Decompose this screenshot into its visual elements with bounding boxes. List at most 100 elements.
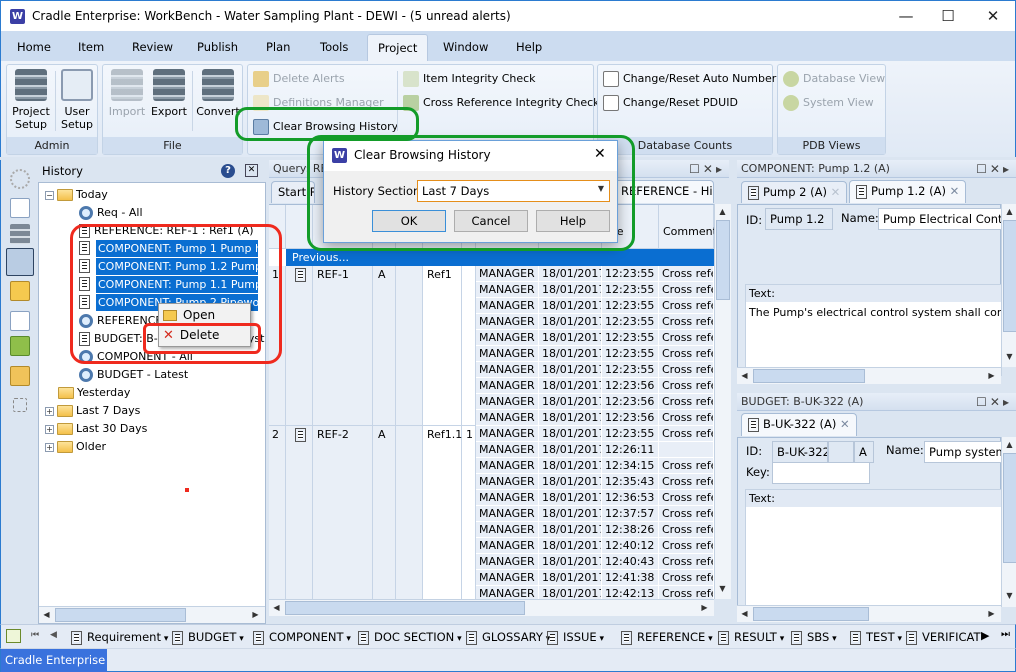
grid-cell[interactable] (286, 426, 313, 599)
dropdown-arrow-icon[interactable]: ▾ (597, 634, 605, 644)
panel-controls[interactable]: ☐✕▸ (689, 160, 725, 178)
dropdown-arrow-icon[interactable]: ▾ (705, 634, 713, 644)
item-type-result[interactable]: RESULT ▾ (718, 629, 784, 645)
next-icon[interactable]: ▶ (981, 629, 989, 642)
list-view-icon[interactable] (10, 198, 30, 218)
tab-home[interactable]: Home (17, 40, 51, 54)
panel-controls[interactable]: ☐✕▸ (976, 160, 1012, 178)
expand-icon[interactable]: + (45, 424, 54, 434)
history-calendar-icon[interactable] (6, 248, 34, 276)
first-icon[interactable]: ⏮ (31, 630, 39, 640)
item-type-requirement[interactable]: Requirement ▾ (71, 629, 168, 645)
tab-pump-2[interactable]: Pump 2 (A) ✕ (741, 181, 848, 203)
tree-node-older[interactable]: + Older (45, 438, 106, 455)
last-icon[interactable]: ⏭ (1001, 629, 1010, 640)
grid-cell[interactable] (373, 266, 396, 426)
scroll-left-icon[interactable]: ◀ (737, 609, 752, 618)
delete-alerts-button[interactable]: Delete Alerts (253, 69, 345, 89)
grid-horizontal-scrollbar[interactable]: ◀ ▶ (269, 599, 714, 616)
close-tab-icon[interactable]: ✕ (831, 185, 841, 199)
tab-tools[interactable]: Tools (320, 40, 348, 54)
scroll-thumb[interactable] (753, 369, 865, 383)
scroll-right-icon[interactable]: ▶ (248, 610, 263, 619)
scroll-down-icon[interactable]: ▼ (1002, 591, 1016, 600)
tree-node-last-30-days[interactable]: + Last 30 Days (45, 420, 147, 437)
grid-cell[interactable] (269, 426, 286, 599)
tab-project[interactable]: Project (367, 34, 429, 62)
scroll-thumb[interactable] (753, 607, 869, 621)
change-reset-auto-number-button[interactable]: Change/Reset Auto Number (603, 69, 776, 89)
scroll-thumb[interactable] (716, 220, 730, 300)
import-button[interactable]: Import (107, 69, 147, 118)
grid-cell[interactable] (462, 266, 476, 426)
close-icon[interactable]: ✕ (245, 164, 258, 177)
grid-cell[interactable] (462, 426, 476, 599)
close-button[interactable]: ✕ (978, 5, 1008, 27)
version-field[interactable]: A (854, 441, 874, 463)
id-field[interactable]: Pump 1.2 (765, 208, 833, 230)
project-setup-button[interactable]: Project Setup (10, 69, 52, 131)
tab-publish[interactable]: Publish (197, 40, 238, 54)
tab-window[interactable]: Window (443, 40, 488, 54)
item-integrity-check-button[interactable]: Item Integrity Check (403, 69, 536, 89)
gantt-icon[interactable] (10, 311, 30, 331)
tab-item[interactable]: Item (78, 40, 104, 54)
grid-cell[interactable] (313, 266, 373, 426)
item-type-issue[interactable]: ISSUE ▾ (547, 629, 604, 645)
tab-pump-1-2[interactable]: Pump 1.2 (A) ✕ (849, 180, 967, 203)
scroll-down-icon[interactable]: ▼ (1002, 352, 1016, 361)
help-icon[interactable]: ? (221, 164, 235, 178)
scroll-up-icon[interactable]: ▲ (1002, 207, 1016, 216)
scroll-left-icon[interactable]: ◀ (39, 610, 54, 619)
tab-plan[interactable]: Plan (266, 40, 290, 54)
export-button[interactable]: Export (149, 69, 189, 118)
dropdown-arrow-icon[interactable]: ▾ (895, 634, 902, 644)
close-tab-icon[interactable]: ✕ (950, 184, 960, 198)
dropdown-arrow-icon[interactable]: ▾ (236, 634, 244, 644)
column-header[interactable]: Comment (659, 205, 714, 249)
dropdown-arrow-icon[interactable]: ▾ (829, 634, 837, 644)
expand-icon[interactable]: + (45, 442, 54, 452)
system-view-button[interactable]: System View (783, 93, 874, 113)
scroll-down-icon[interactable]: ▼ (715, 584, 730, 593)
grid-cell[interactable] (286, 266, 313, 426)
scroll-thumb[interactable] (285, 601, 525, 615)
convert-button[interactable]: Convert (196, 69, 240, 118)
item-type-doc-section[interactable]: DOC SECTION ▾ (358, 629, 462, 645)
name-field[interactable]: Pump Electrical Contro (878, 208, 1002, 230)
scroll-thumb[interactable] (55, 608, 186, 622)
tab-b-uk-322[interactable]: B-UK-322 (A) ✕ (741, 413, 857, 436)
tree-node-req-all[interactable]: Req - All (79, 204, 143, 221)
item-type-budget[interactable]: BUDGET ▾ (172, 629, 244, 645)
collapse-icon[interactable]: − (45, 190, 54, 200)
id-field[interactable]: B-UK-322 (772, 441, 828, 463)
budget-horizontal-scrollbar[interactable]: ◀ ▶ (737, 605, 1001, 622)
name-field[interactable]: Pump system (924, 441, 1002, 463)
grid-cell[interactable] (373, 426, 396, 599)
key-field[interactable] (772, 462, 870, 484)
settings-gear-icon[interactable] (10, 169, 30, 189)
grid-cell[interactable] (423, 426, 462, 599)
grid-vertical-scrollbar[interactable]: ▲ ▼ (714, 204, 731, 599)
component-horizontal-scrollbar[interactable]: ◀ ▶ (737, 367, 1001, 384)
history-horizontal-scrollbar[interactable]: ◀ ▶ (39, 606, 265, 623)
scroll-right-icon[interactable]: ▶ (984, 371, 999, 380)
grid-cell[interactable] (396, 426, 423, 599)
folder-window-icon[interactable] (10, 366, 30, 386)
checklist-icon[interactable] (6, 629, 21, 643)
item-type-component[interactable]: COMPONENT ▾ (253, 629, 351, 645)
scroll-left-icon[interactable]: ◀ (737, 371, 752, 380)
grid-cell[interactable] (396, 266, 423, 426)
dropdown-arrow-icon[interactable]: ▾ (777, 634, 785, 644)
scroll-right-icon[interactable]: ▶ (984, 609, 999, 618)
dropdown-arrow-icon[interactable]: ▾ (344, 634, 351, 644)
change-reset-pduid-button[interactable]: Change/Reset PDUID (603, 93, 738, 113)
scroll-up-icon[interactable]: ▲ (715, 207, 730, 216)
close-tab-icon[interactable]: ✕ (840, 417, 850, 431)
database-view-button[interactable]: Database View (783, 69, 885, 89)
item-type-glossary[interactable]: GLOSSARY ▾ (466, 629, 550, 645)
maximize-button[interactable]: ☐ (933, 5, 963, 27)
database-icon[interactable] (10, 224, 30, 244)
text-area[interactable]: Text: (745, 489, 1002, 607)
tools-icon[interactable] (13, 398, 27, 412)
